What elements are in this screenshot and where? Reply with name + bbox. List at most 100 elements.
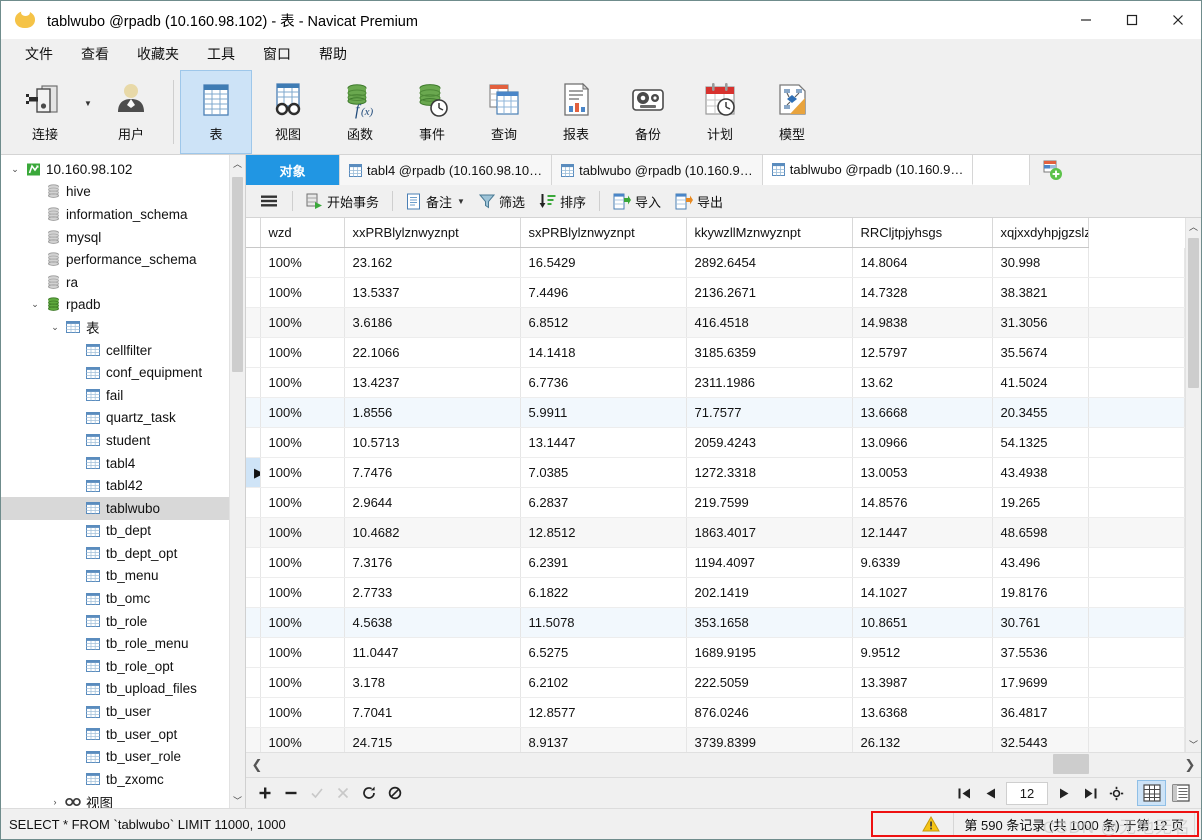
delete-record-button[interactable] [278,781,304,805]
table-cell[interactable]: 13.6668 [852,398,992,428]
hscroll-thumb[interactable] [1053,754,1089,774]
table-cell[interactable]: 12.1447 [852,518,992,548]
table-cell[interactable]: 16.5429 [520,248,686,278]
toolbar-connection[interactable]: 连接 [9,70,81,154]
table-cell[interactable]: 2311.1986 [686,368,852,398]
table-cell[interactable]: 876.0246 [686,698,852,728]
tree-item-tabl42[interactable]: tabl42 [1,474,245,497]
table-row[interactable]: 100%24.7158.91373739.839926.13232.5443 [246,728,1185,753]
table-cell[interactable]: 24.715 [344,728,520,753]
table-cell[interactable]: 37.5536 [992,638,1088,668]
table-cell[interactable]: 13.6368 [852,698,992,728]
table-cell[interactable]: 9.6339 [852,548,992,578]
toolbar-user[interactable]: 用户 [95,70,167,154]
tree-item-tb_user_opt[interactable]: tb_user_opt [1,723,245,746]
table-cell[interactable]: 13.1447 [520,428,686,458]
table-cell[interactable]: 3185.6359 [686,338,852,368]
table-cell[interactable]: 100% [260,308,344,338]
table-cell[interactable]: 2059.4243 [686,428,852,458]
table-cell[interactable]: 100% [260,548,344,578]
table-cell[interactable]: 100% [260,728,344,753]
table-cell[interactable]: 43.496 [992,548,1088,578]
new-tab-icon[interactable] [1030,155,1074,185]
table-cell[interactable]: 19.265 [992,488,1088,518]
table-cell[interactable]: 41.5024 [992,368,1088,398]
table-row[interactable]: 100%23.16216.54292892.645414.806430.998 [246,248,1185,278]
table-row[interactable]: ▶100%7.74767.03851272.331813.005343.4938 [246,458,1185,488]
table-cell[interactable]: 22.1066 [344,338,520,368]
table-cell[interactable]: 14.8576 [852,488,992,518]
tree-item-fail[interactable]: fail [1,384,245,407]
table-cell[interactable]: 14.1418 [520,338,686,368]
page-settings-button[interactable] [1103,781,1129,805]
form-view-toggle[interactable] [1166,780,1195,806]
table-cell[interactable]: 23.162 [344,248,520,278]
table-row[interactable]: 100%4.563811.5078353.165810.865130.761 [246,608,1185,638]
table-cell[interactable]: 19.8176 [992,578,1088,608]
hscroll-right-icon[interactable]: ❯ [1179,757,1201,773]
table-row[interactable]: 100%1.85565.991171.757713.666820.3455 [246,398,1185,428]
row-marker[interactable] [246,308,260,338]
table-row[interactable]: 100%3.1786.2102222.505913.398717.9699 [246,668,1185,698]
row-marker[interactable] [246,578,260,608]
page-number-input[interactable]: 12 [1006,782,1048,805]
table-cell[interactable]: 32.5443 [992,728,1088,753]
tab-objects[interactable]: 对象 [246,155,340,185]
tree-item-tablwubo[interactable]: tablwubo [1,497,245,520]
table-cell[interactable]: 13.62 [852,368,992,398]
table-cell[interactable]: 11.0447 [344,638,520,668]
tree-item-rpadb[interactable]: ⌄rpadb [1,294,245,317]
table-cell[interactable]: 4.5638 [344,608,520,638]
row-marker[interactable] [246,518,260,548]
next-page-button[interactable] [1051,781,1077,805]
menu-favorites[interactable]: 收藏夹 [123,40,193,68]
menu-view[interactable]: 查看 [67,40,123,68]
table-cell[interactable]: 219.7599 [686,488,852,518]
table-cell[interactable]: 100% [260,428,344,458]
table-cell[interactable]: 11.5078 [520,608,686,638]
table-cell[interactable]: 6.8512 [520,308,686,338]
table-row[interactable]: 100%7.704112.8577876.024613.636836.4817 [246,698,1185,728]
table-cell[interactable]: 30.761 [992,608,1088,638]
sidebar-scrollbar[interactable]: ︿ ﹀ [229,155,245,808]
tree-item-cellfilter[interactable]: cellfilter [1,339,245,362]
table-cell[interactable]: 100% [260,518,344,548]
menu-help[interactable]: 帮助 [305,40,361,68]
tree-item-performance_schema[interactable]: performance_schema [1,248,245,271]
row-marker[interactable] [246,398,260,428]
tab-tablwubo-2[interactable]: tablwubo @rpadb (10.160.9… [763,155,974,185]
begin-transaction-button[interactable]: 开始事务 [299,188,386,215]
table-cell[interactable]: 17.9699 [992,668,1088,698]
table-cell[interactable]: 26.132 [852,728,992,753]
table-cell[interactable]: 2136.2671 [686,278,852,308]
table-cell[interactable]: 100% [260,368,344,398]
export-button[interactable]: 导出 [668,188,730,215]
tree-item-tb_dept_opt[interactable]: tb_dept_opt [1,542,245,565]
hamburger-icon[interactable] [252,189,286,213]
table-cell[interactable]: 14.9838 [852,308,992,338]
tree-item-tb_dept[interactable]: tb_dept [1,520,245,543]
table-cell[interactable]: 48.6598 [992,518,1088,548]
row-marker[interactable] [246,728,260,753]
toolbar-schedule[interactable]: 计划 [684,70,756,154]
table-cell[interactable]: 100% [260,458,344,488]
table-cell[interactable]: 14.7328 [852,278,992,308]
sidebar-scroll-thumb[interactable] [232,177,243,372]
table-cell[interactable]: 1194.4097 [686,548,852,578]
tree-item-tabl4[interactable]: tabl4 [1,452,245,475]
table-cell[interactable]: 30.998 [992,248,1088,278]
toolbar-query[interactable]: 查询 [468,70,540,154]
table-cell[interactable]: 353.1658 [686,608,852,638]
sidebar-scroll-down-icon[interactable]: ﹀ [230,792,245,808]
import-button[interactable]: 导入 [606,188,668,215]
tree-item-tb_menu[interactable]: tb_menu [1,565,245,588]
tree-item-student[interactable]: student [1,429,245,452]
table-cell[interactable]: 3.178 [344,668,520,698]
column-header[interactable]: xqjxxdyhpjgzslznwyznpt [992,218,1088,248]
row-marker[interactable] [246,698,260,728]
tab-tablwubo-1[interactable]: tablwubo @rpadb (10.160.9… [552,155,763,185]
prev-page-button[interactable] [977,781,1003,805]
table-row[interactable]: 100%11.04476.52751689.91959.951237.5536 [246,638,1185,668]
table-cell[interactable]: 6.2102 [520,668,686,698]
table-cell[interactable]: 35.5674 [992,338,1088,368]
